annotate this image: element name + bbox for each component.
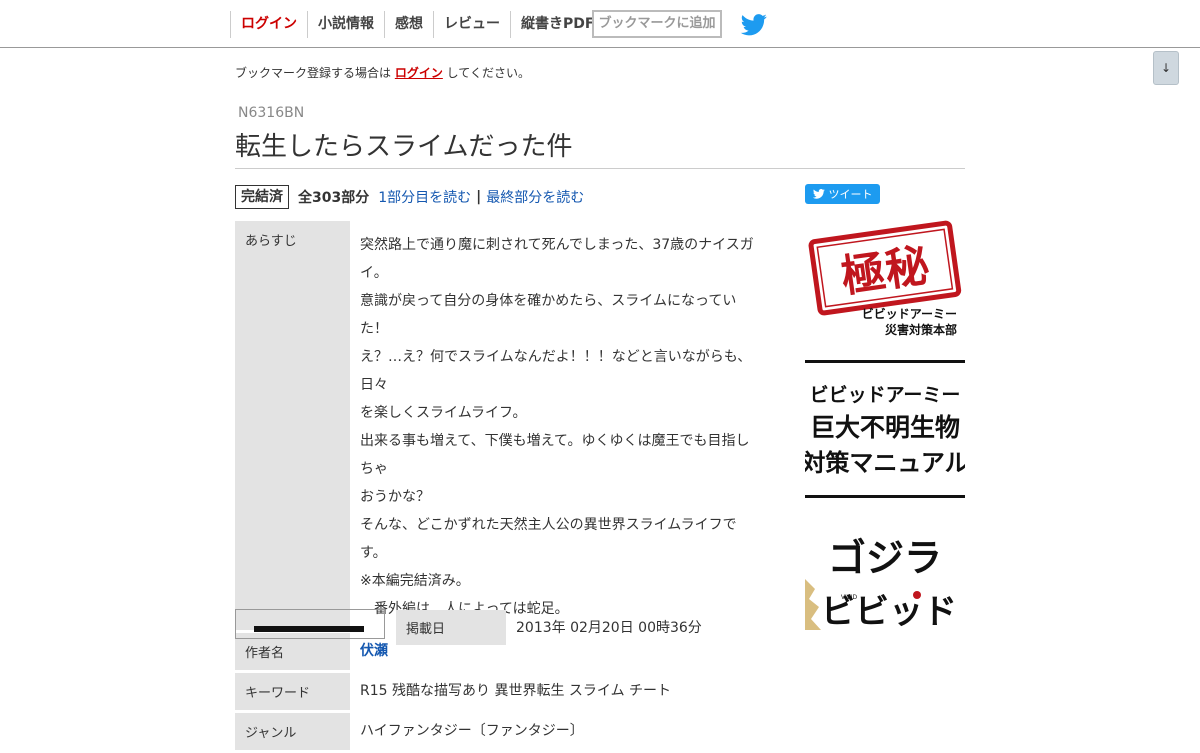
synopsis-text: 突然路上で通り魔に刺されて死んでしまった、37歳のナイスガイ。 意識が戻って自分… — [350, 221, 770, 630]
link-separator: | — [476, 189, 482, 205]
scroll-down-button[interactable]: ↓ — [1153, 51, 1179, 85]
synopsis-line: そんな、どこかずれた天然主人公の異世界スライムライフです。 — [360, 517, 737, 561]
notice-login-link[interactable]: ログイン — [395, 66, 443, 80]
synopsis-label: あらすじ — [235, 221, 350, 630]
nav-menu: ログイン 小説情報 感想 レビュー 縦書きPDF — [230, 11, 604, 38]
synopsis-line: ※本編完結済み。 — [360, 573, 470, 589]
posted-date-row: 掲載日 2013年 02月20日 00時36分 — [396, 610, 712, 645]
tweet-label: ツイート — [828, 188, 873, 201]
nav-review-link[interactable]: レビュー — [433, 11, 510, 38]
nav-impressions-link[interactable]: 感想 — [384, 11, 433, 38]
synopsis-line: 突然路上で通り魔に刺されて死んでしまった、37歳のナイスガイ。 — [360, 237, 754, 281]
ad-manual-line2: 巨大不明生物 — [810, 413, 960, 442]
ad-divider — [805, 495, 965, 498]
keyword-row: キーワード R15 残酷な描写あり 異世界転生 スライム チート — [235, 673, 770, 710]
bookmark-login-notice: ブックマーク登録する場合は ログイン してください。 — [235, 64, 530, 81]
synopsis-line: 出来る事も増えて、下僕も増えて。ゆくゆくは魔王でも目指しちゃ — [360, 433, 750, 477]
tweet-button[interactable]: ツイート — [805, 184, 880, 204]
novel-info-table: あらすじ 突然路上で通り魔に刺されて死んでしまった、37歳のナイスガイ。 意識が… — [235, 218, 770, 753]
advertisement-banner[interactable]: 極秘 ビビッドアーミー 災害対策本部 ビビッドアーミー 巨大不明生物 対策マニュ… — [805, 214, 965, 630]
synopsis-line: 意識が戻って自分の身体を確かめたら、スライムになっていた！ — [360, 293, 737, 337]
ncode-label: N6316BN — [238, 105, 305, 121]
keywords-text: R15 残酷な描写あり 異世界転生 スライム チート — [360, 683, 672, 699]
notice-text-before: ブックマーク登録する場合は — [235, 66, 395, 80]
ad-godzilla-panel: ゴジラ ビビッド VIVID — [805, 499, 965, 630]
ad-stamp-sub1: ビビッドアーミー — [862, 306, 957, 321]
add-bookmark-button[interactable]: ブックマークに追加 — [592, 10, 722, 38]
nav-login-link[interactable]: ログイン — [230, 11, 307, 38]
twitter-bird-icon — [812, 189, 825, 199]
ad-manual-line3: 対策マニュアル — [805, 448, 965, 477]
read-last-part-link[interactable]: 最終部分を読む — [486, 187, 584, 207]
author-link[interactable]: 伏瀬 — [360, 643, 388, 659]
posted-date-label: 掲載日 — [396, 610, 506, 645]
novel-title: 転生したらスライムだった件 — [235, 126, 965, 169]
total-parts: 全303部分 — [298, 190, 370, 206]
ad-manual-line1: ビビッドアーミー — [810, 384, 961, 406]
synopsis-line: え？…え？何でスライムなんだよ！！！などと言いながらも、日々 — [360, 349, 752, 393]
bottom-banner-image — [235, 609, 385, 639]
notice-text-after: してください。 — [442, 66, 530, 80]
synopsis-line: おうかな？ — [360, 489, 430, 505]
ad-secret-stamp-panel: 極秘 ビビッドアーミー 災害対策本部 — [805, 214, 965, 360]
ad-manual-panel: ビビッドアーミー 巨大不明生物 対策マニュアル — [805, 363, 965, 495]
genre-label: ジャンル — [235, 713, 350, 750]
nav-vertical-pdf-link[interactable]: 縦書きPDF — [510, 11, 604, 38]
posted-date-value: 2013年 02月20日 00時36分 — [516, 620, 702, 636]
ad-godzilla-text: ゴジラ — [828, 536, 942, 580]
banner-graphic — [254, 626, 364, 632]
ad-stamp-sub2: 災害対策本部 — [885, 322, 957, 337]
nav-novel-info-link[interactable]: 小説情報 — [307, 11, 384, 38]
top-navigation-bar: ログイン 小説情報 感想 レビュー 縦書きPDF ブックマークに追加 — [0, 0, 1200, 48]
genre-row: ジャンル ハイファンタジー〔ファンタジー〕 — [235, 713, 770, 750]
down-arrow-icon: ↓ — [1160, 61, 1172, 75]
ad-vivid-small: VIVID — [841, 594, 858, 601]
read-first-part-link[interactable]: 1部分目を読む — [378, 187, 471, 207]
synopsis-line: を楽しくスライムライフ。 — [360, 405, 527, 421]
status-row: 完結済 全303部分 1部分目を読む | 最終部分を読む — [235, 184, 584, 210]
completed-badge: 完結済 — [235, 185, 289, 209]
genre-text: ハイファンタジー〔ファンタジー〕 — [360, 723, 584, 739]
synopsis-row: あらすじ 突然路上で通り魔に刺されて死んでしまった、37歳のナイスガイ。 意識が… — [235, 221, 770, 630]
keyword-label: キーワード — [235, 673, 350, 710]
twitter-bird-icon[interactable] — [740, 14, 768, 36]
